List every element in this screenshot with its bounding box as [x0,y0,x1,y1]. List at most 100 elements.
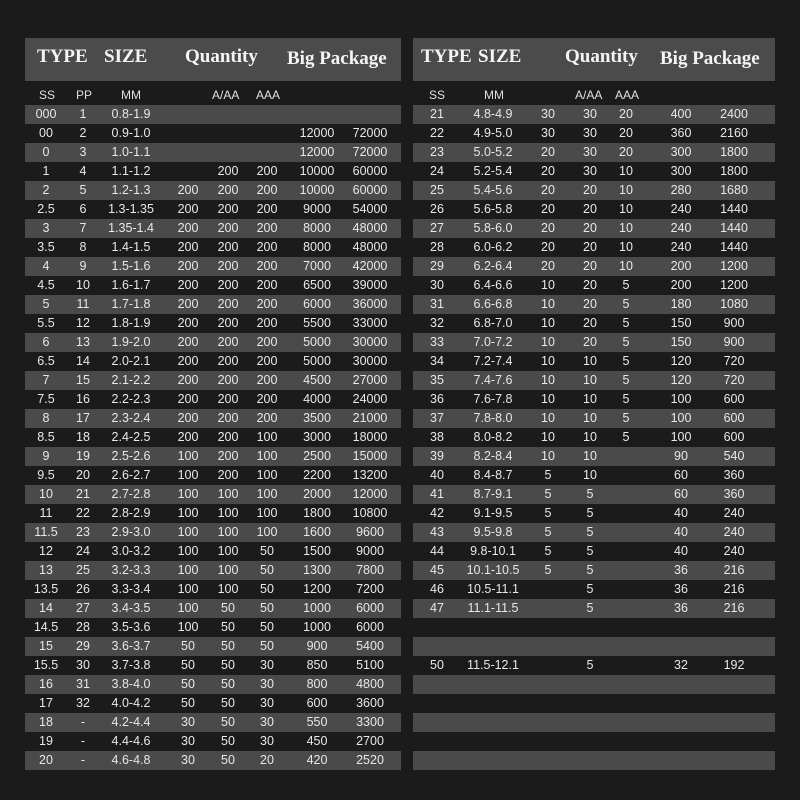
mm-cell: 4.6-4.8 [111,753,151,767]
big-package-cell: 1440 [720,240,748,254]
ss-cell: 1 [42,164,50,178]
ss-cell: 2.5 [37,202,55,216]
big-package-type-a-cell: 9000 [303,202,331,216]
type-a-quantity-cell: 200 [177,430,199,444]
big-package-cell: 24000 [352,392,388,406]
ss-cell: 11.5 [34,525,58,539]
ss-cell: 26 [430,202,444,216]
table-row: 25 5.4-5.6 20 20 10 280 1680 [413,181,775,200]
type-a-quantity-cell: 200 [177,183,199,197]
big-package-cell: 2700 [356,734,384,748]
type-a-quantity-cell: 100 [177,544,199,558]
mm-cell: 1.2-1.3 [111,183,151,197]
ss-cell: 37 [430,411,444,425]
type-a-quantity-cell: 50 [181,677,195,691]
table-row: 8.5 18 2.4-2.5 200 200 100 3000 18000 [25,428,401,447]
big-package-type-a-cell: 60 [674,468,688,482]
table-row: 34 7.2-7.4 10 10 5 120 720 [413,352,775,371]
left-label-a-aa: A/AA [212,88,240,102]
aaa-quantity-cell: 5 [622,392,630,406]
pp-cell: 30 [76,658,90,672]
ss-cell: 28 [430,240,444,254]
mm-cell: 1.9-2.0 [111,335,151,349]
type-a-quantity-cell: 5 [544,525,552,539]
ss-cell: 36 [430,392,444,406]
table-row: 5.5 12 1.8-1.9 200 200 200 5500 33000 [25,314,401,333]
ss-cell: 9.5 [37,468,55,482]
mm-cell: 7.8-8.0 [473,411,513,425]
table-row: 26 5.6-5.8 20 20 10 240 1440 [413,200,775,219]
a-aa-quantity-cell: 200 [217,373,239,387]
mm-cell: 3.6-3.7 [111,639,151,653]
type-a-quantity-cell: 10 [541,316,555,330]
big-package-cell: 36000 [352,297,388,311]
aaa-quantity-cell: 200 [256,259,278,273]
pp-cell: 13 [76,335,90,349]
aaa-quantity-cell: 20 [619,145,633,159]
right-header-size: SIZE [478,46,522,67]
a-aa-quantity-cell: 200 [217,335,239,349]
a-aa-quantity-cell: 50 [221,620,235,634]
big-package-type-a-cell: 8000 [303,221,331,235]
mm-cell: 6.4-6.6 [473,278,513,292]
aaa-quantity-cell: 30 [260,715,274,729]
type-a-quantity-cell: 100 [177,468,199,482]
a-aa-quantity-cell: 100 [217,506,239,520]
ss-cell: 11 [39,506,53,520]
mm-cell: 3.2-3.3 [111,563,151,577]
mm-cell: 3.4-3.5 [111,601,151,615]
a-aa-quantity-cell: 100 [217,582,239,596]
ss-cell: 38 [430,430,444,444]
aaa-quantity-cell: 100 [256,430,278,444]
type-a-quantity-cell: 10 [541,373,555,387]
table-row: 1 4 1.1-1.2 200 200 10000 60000 [25,162,401,181]
pp-cell: 32 [76,696,90,710]
big-package-type-a-cell: 10000 [299,183,335,197]
a-aa-quantity-cell: 200 [217,202,239,216]
type-a-quantity-cell: 50 [181,639,195,653]
big-package-cell: 600 [723,392,745,406]
big-package-cell: 9600 [356,525,384,539]
pp-cell: 15 [76,373,90,387]
big-package-cell: 60000 [352,164,388,178]
aaa-quantity-cell: 100 [256,468,278,482]
right-label-ss: SS [429,88,446,102]
table-row: 37 7.8-8.0 10 10 5 100 600 [413,409,775,428]
aaa-quantity-cell: 5 [622,297,630,311]
a-aa-quantity-cell: 5 [586,544,594,558]
table-row [413,618,775,637]
mm-cell: 5.0-5.2 [473,145,513,159]
aaa-quantity-cell: 200 [256,316,278,330]
a-aa-quantity-cell: 10 [583,392,597,406]
mm-cell: 7.2-7.4 [473,354,513,368]
a-aa-quantity-cell: 100 [217,487,239,501]
right-label-aaa: AAA [615,88,640,102]
type-a-quantity-cell: 100 [177,601,199,615]
pp-cell: 11 [76,297,90,311]
table-row: 23 5.0-5.2 20 30 20 300 1800 [413,143,775,162]
a-aa-quantity-cell: 200 [217,411,239,425]
type-a-quantity-cell: 20 [541,164,555,178]
a-aa-quantity-cell: 200 [217,164,239,178]
big-package-type-a-cell: 200 [670,278,692,292]
left-label-aaa: AAA [256,88,281,102]
table-row: 14 27 3.4-3.5 100 50 50 1000 6000 [25,599,401,618]
big-package-type-a-cell: 100 [670,392,692,406]
table-row: 13.5 26 3.3-3.4 100 100 50 1200 7200 [25,580,401,599]
big-package-type-a-cell: 4000 [303,392,331,406]
big-package-cell: 9000 [356,544,384,558]
ss-cell: 6 [42,335,50,349]
big-package-cell: 72000 [352,126,388,140]
table-row [413,713,775,732]
big-package-type-a-cell: 40 [674,506,688,520]
big-package-cell: 360 [723,487,745,501]
big-package-cell: 13200 [352,468,388,482]
big-package-type-a-cell: 3500 [303,411,331,425]
a-aa-quantity-cell: 20 [583,316,597,330]
big-package-type-a-cell: 8000 [303,240,331,254]
mm-cell: 5.6-5.8 [473,202,513,216]
type-a-quantity-cell: 20 [541,183,555,197]
ss-cell: 47 [430,601,444,615]
big-package-type-a-cell: 5500 [303,316,331,330]
left-table-body: 000 1 0.8-1.9 00 2 0.9-1.0 12000 72000 0 3 1.0-1.1… [25,105,401,770]
